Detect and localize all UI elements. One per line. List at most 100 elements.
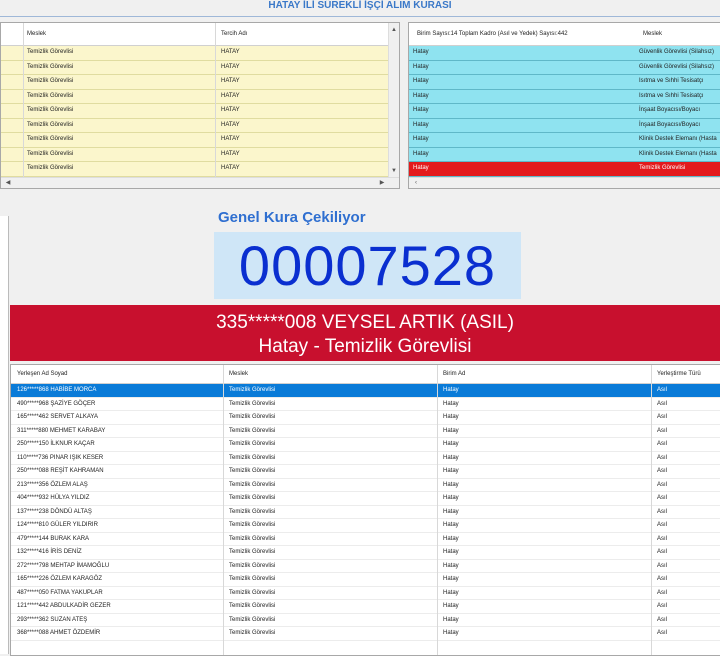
horizontal-scrollbar[interactable]: ‹ (409, 177, 720, 188)
cell-ad-soyad: 311*****880 MEHMET KARABAY (17, 427, 106, 434)
table-row[interactable]: Temizlik Görevlisi HATAY (1, 162, 399, 177)
column-header-meslek[interactable]: Meslek (27, 23, 207, 45)
table-row[interactable]: Hatay Güvenlik Görevlisi (Silahsız) (409, 60, 720, 75)
preference-grid[interactable]: Meslek Tercih Adı Temizlik Görevlisi HATA… (0, 22, 400, 189)
scroll-right-icon[interactable]: ▶ (377, 178, 387, 188)
table-row[interactable]: Temizlik Görevlisi HATAY (1, 46, 399, 61)
table-row[interactable]: 165*****462 SERVET ALKAYA Temizlik Görevl… (11, 411, 720, 425)
cell-ad-soyad: 124*****810 GÜLER YILDIRIR (17, 522, 98, 528)
cell-meslek: Temizlik Görevlisi (27, 136, 74, 142)
cell-ad-soyad: 250*****088 REŞİT KAHRAMAN (17, 468, 104, 474)
column-header-meslek[interactable]: Meslek (229, 365, 429, 383)
column-header-meslek[interactable]: Meslek (643, 23, 713, 45)
scroll-down-icon[interactable]: ▼ (389, 166, 399, 176)
cell-birim: Hatay (443, 508, 459, 515)
cell-tur: Asıl (657, 441, 668, 447)
table-row[interactable]: 250*****150 İLKNUR KAÇAR Temizlik Görevli… (11, 438, 720, 452)
cell-meslek: Temizlik Görevlisi (229, 508, 276, 515)
table-row[interactable]: 293*****362 SUZAN ATEŞ Temizlik Görevlisi… (11, 613, 720, 627)
table-row[interactable]: 165*****226 ÖZLEM KARAGÖZ Temizlik Görevl… (11, 573, 720, 587)
grid-divider (651, 365, 652, 655)
table-row[interactable]: 126*****868 HABİBE MORCA Temizlik Görevli… (11, 384, 720, 398)
cell-ad-soyad: 132*****416 İRİS DENİZ (17, 549, 82, 555)
column-header-birim[interactable]: Birim Sayısı:14 Toplam Kadro (Asıl ve Ye… (417, 23, 637, 45)
cell-tercih: HATAY (221, 78, 240, 84)
table-row[interactable]: Temizlik Görevlisi HATAY (1, 147, 399, 162)
left-scrollbar[interactable] (0, 216, 9, 654)
cell-meslek: Temizlik Görevlisi (229, 441, 276, 447)
table-row[interactable]: 487*****050 FATMA YAKUPLAR Temizlik Görev… (11, 586, 720, 600)
column-header-tur[interactable]: Yerleştirme Türü (657, 365, 719, 383)
table-row[interactable]: 490*****968 ŞAZİYE GÖÇER Temizlik Görevli… (11, 397, 720, 411)
cell-meslek: Temizlik Görevlisi (229, 576, 276, 582)
table-row[interactable]: Hatay Temizlik Görevlisi (409, 162, 720, 177)
winner-banner: 335*****008 VEYSEL ARTIK (ASIL) Hatay - … (10, 305, 720, 361)
cell-ad-soyad: 250*****150 İLKNUR KAÇAR (17, 441, 95, 447)
cell-ad-soyad: 368*****088 AHMET ÖZDEMİR (17, 630, 101, 636)
cell-tercih: HATAY (221, 165, 240, 171)
cell-birim: Hatay (443, 427, 459, 434)
table-row[interactable]: Hatay Klinik Destek Elemanı (Hasta (409, 147, 720, 162)
table-row[interactable]: Hatay Isıtma ve Sıhhi Tesisatçı (409, 89, 720, 104)
table-row[interactable]: 124*****810 GÜLER YILDIRIR Temizlik Görev… (11, 519, 720, 533)
scroll-left-icon[interactable]: ◀ (3, 178, 13, 188)
table-row[interactable]: Hatay Klinik Destek Elemanı (Hasta (409, 133, 720, 148)
cell-tur: Asıl (657, 616, 668, 623)
scroll-left-icon[interactable]: ‹ (411, 178, 421, 188)
table-row[interactable]: 137*****238 DÖNDÜ ALTAŞ Temizlik Görevlis… (11, 505, 720, 519)
column-header-ad-soyad[interactable]: Yerleşen Ad Soyad (17, 365, 217, 383)
column-header-birim[interactable]: Birim Ad (443, 365, 643, 383)
cell-meslek: Temizlik Görevlisi (27, 49, 74, 55)
cell-meslek: Temizlik Görevlisi (27, 165, 74, 171)
table-row[interactable]: 250*****088 REŞİT KAHRAMAN Temizlik Görev… (11, 465, 720, 479)
scroll-up-icon[interactable]: ▲ (389, 25, 399, 35)
table-row[interactable]: Temizlik Görevlisi HATAY (1, 89, 399, 104)
table-row[interactable]: 368*****088 AHMET ÖZDEMİR Temizlik Görevl… (11, 627, 720, 641)
table-row[interactable]: 479*****144 BURAK KARA Temizlik Görevlisi… (11, 532, 720, 546)
table-row[interactable]: 213*****356 ÖZLEM ALAŞ Temizlik Görevlisi… (11, 478, 720, 492)
table-row[interactable]: 110*****736 PINAR IŞIK KESER Temizlik Gör… (11, 451, 720, 465)
cell-birim: Hatay (443, 616, 459, 623)
table-row[interactable]: Hatay İnşaat Boyacısı/Boyacı (409, 118, 720, 133)
cell-birim: Hatay (443, 481, 459, 488)
table-row[interactable]: Hatay Güvenlik Görevlisi (Silahsız) (409, 46, 720, 61)
table-row[interactable]: 272*****798 MEHTAP İMAMOĞLU Temizlik Göre… (11, 559, 720, 573)
cell-meslek: Isıtma ve Sıhhi Tesisatçı (639, 92, 704, 99)
table-row[interactable]: Hatay Isıtma ve Sıhhi Tesisatçı (409, 75, 720, 90)
table-row[interactable]: Hatay İnşaat Boyacısı/Boyacı (409, 104, 720, 119)
column-header-tercih[interactable]: Tercih Adı (221, 23, 381, 45)
cell-tur: Asıl (657, 562, 668, 569)
cell-birim: Hatay (443, 454, 459, 461)
table-row[interactable]: 121*****442 ABDULKADİR GEZER Temizlik Gör… (11, 600, 720, 614)
table-row[interactable]: Temizlik Görevlisi HATAY (1, 75, 399, 90)
cell-birim: Hatay (413, 107, 429, 113)
table-row[interactable]: Temizlik Görevlisi HATAY (1, 104, 399, 119)
table-row[interactable]: Temizlik Görevlisi HATAY (1, 133, 399, 148)
cell-meslek: Temizlik Görevlisi (229, 562, 276, 569)
cell-ad-soyad: 293*****362 SUZAN ATEŞ (17, 616, 88, 623)
cell-tercih: HATAY (221, 49, 240, 55)
cell-meslek: İnşaat Boyacısı/Boyacı (639, 121, 701, 128)
cell-meslek: Temizlik Görevlisi (639, 165, 686, 171)
cell-tur: Asıl (657, 468, 668, 474)
horizontal-scrollbar[interactable]: ◀ ▶ (1, 177, 399, 188)
cell-birim: Hatay (443, 535, 459, 542)
table-row[interactable]: 311*****880 MEHMET KARABAY Temizlik Görev… (11, 424, 720, 438)
cell-ad-soyad: 404*****932 HÜLYA YILDIZ (17, 495, 90, 501)
vertical-scrollbar[interactable]: ▲ ▼ (388, 23, 399, 178)
cell-meslek: Temizlik Görevlisi (27, 92, 74, 99)
results-grid[interactable]: Yerleşen Ad Soyad Meslek Birim Ad Yerleş… (10, 364, 720, 656)
cell-ad-soyad: 487*****050 FATMA YAKUPLAR (17, 589, 103, 596)
cell-tur: Asıl (657, 576, 668, 582)
cell-birim: Hatay (443, 495, 459, 501)
table-row[interactable]: Temizlik Görevlisi HATAY (1, 118, 399, 133)
table-row[interactable]: Temizlik Görevlisi HATAY (1, 60, 399, 75)
cell-meslek: Güvenlik Görevlisi (Silahsız) (639, 63, 715, 70)
cell-tur: Asıl (657, 549, 668, 555)
title-divider (0, 16, 720, 17)
table-row[interactable]: 404*****932 HÜLYA YILDIZ Temizlik Görevli… (11, 492, 720, 506)
table-row[interactable]: 132*****416 İRİS DENİZ Temizlik Görevlisi… (11, 546, 720, 560)
cell-tercih: HATAY (221, 121, 240, 128)
unit-grid[interactable]: Birim Sayısı:14 Toplam Kadro (Asıl ve Ye… (408, 22, 720, 189)
cell-meslek: Temizlik Görevlisi (27, 63, 74, 70)
